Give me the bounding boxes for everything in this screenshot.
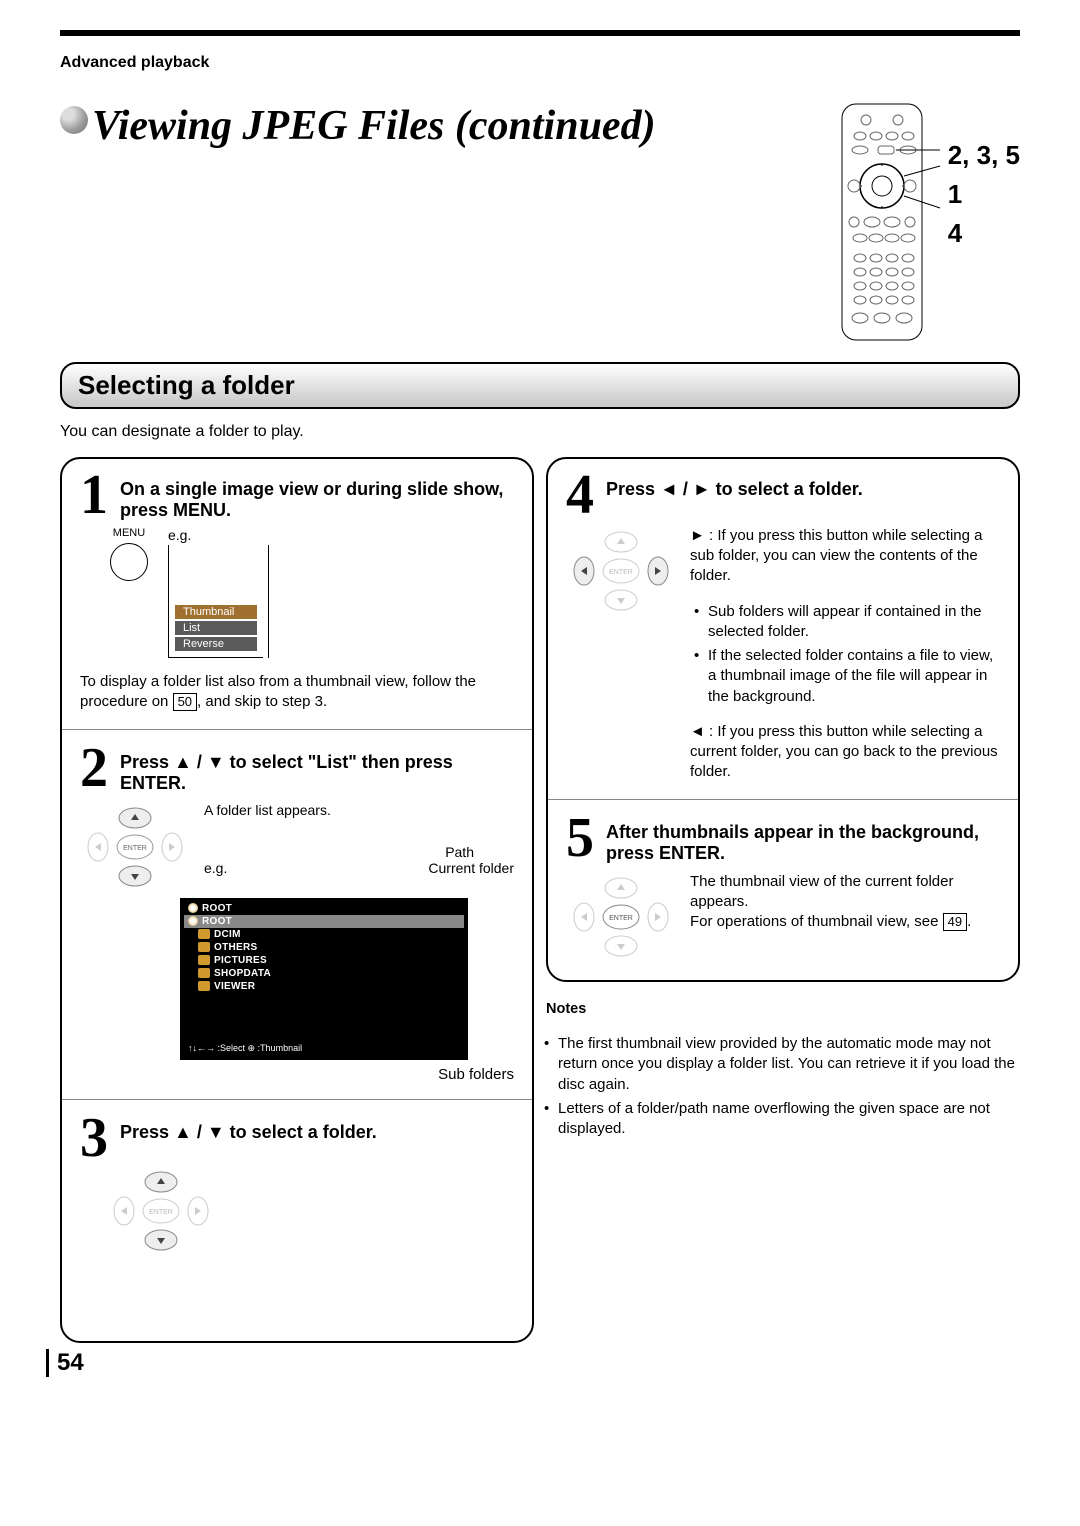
step1-head: 1 On a single image view or during slide… — [80, 473, 514, 521]
step5-body-b: For operations of thumbnail view, see — [690, 913, 943, 930]
step2-number: 2 — [80, 746, 114, 791]
svg-text:ENTER: ENTER — [609, 569, 633, 576]
step5-head: 5 After thumbnails appear in the backgro… — [566, 816, 1000, 864]
pageref-49: 49 — [943, 913, 967, 931]
section-heading: Selecting a folder — [78, 370, 1002, 401]
dpad-icon: ENTER — [80, 802, 190, 892]
folder-icon — [198, 942, 210, 952]
section-intro: You can designate a folder to play. — [60, 423, 1020, 441]
notes-title: Notes — [546, 1000, 1020, 1020]
subfolder-row: OTHERS — [184, 941, 464, 954]
section-heading-box: Selecting a folder — [60, 362, 1020, 409]
step1-note: To display a folder list also from a thu… — [80, 672, 514, 713]
section-label: Advanced playback — [60, 54, 1020, 72]
step5-body-a: The thumbnail view of the current folder… — [690, 872, 1000, 913]
step4-bullet: If the selected folder contains a file t… — [708, 646, 1000, 707]
step2-list-appears: A folder list appears. — [204, 802, 514, 818]
menu-button-icon — [110, 543, 148, 581]
svg-text:ENTER: ENTER — [149, 1209, 173, 1216]
divider — [62, 1099, 532, 1100]
svg-text:ENTER: ENTER — [609, 915, 633, 922]
divider — [62, 729, 532, 730]
notes-block: Notes The first thumbnail view provided … — [546, 1000, 1020, 1140]
step4-bullet: Sub folders will appear if contained in … — [708, 602, 1000, 643]
disc-small-icon — [188, 916, 198, 926]
dpad-icon: ENTER — [566, 526, 676, 616]
step3-title: Press ▲ / ▼ to select a folder. — [120, 1122, 514, 1143]
dpad-icon: ENTER — [106, 1166, 216, 1256]
step5-title: After thumbnails appear in the backgroun… — [606, 822, 1000, 864]
dpad-icon: ENTER — [566, 872, 676, 962]
remote-icon — [822, 102, 942, 342]
callout-1: 1 — [948, 175, 1020, 214]
note-item: The first thumbnail view provided by the… — [558, 1034, 1020, 1095]
step4-number: 4 — [566, 473, 600, 518]
remote-callout-labels: 2, 3, 5 1 4 — [948, 136, 1020, 253]
eg-label: e.g. — [168, 527, 191, 543]
folder-pictures: PICTURES — [214, 955, 267, 966]
folder-icon — [198, 955, 210, 965]
step2-path-label: Path — [445, 844, 474, 860]
step4-head: 4 Press ◄ / ► to select a folder. — [566, 473, 1000, 518]
divider — [548, 799, 1018, 800]
folder-shopdata: SHOPDATA — [214, 968, 271, 979]
folder-icon — [198, 968, 210, 978]
step2-sub-label: Sub folders — [438, 1066, 514, 1083]
manual-page: Advanced playback Viewing JPEG Files (co… — [0, 0, 1080, 1395]
step4-title: Press ◄ / ► to select a folder. — [606, 479, 1000, 500]
step4-left-lead: ◄ : If you press this button while selec… — [690, 722, 1000, 783]
page-number: 54 — [46, 1349, 84, 1377]
step2-head: 2 Press ▲ / ▼ to select "List" then pres… — [80, 746, 514, 794]
popup-list: List — [175, 621, 257, 635]
subfolder-row: SHOPDATA — [184, 967, 464, 980]
top-rule — [60, 30, 1020, 36]
remote-diagram: 2, 3, 5 1 4 — [822, 102, 1020, 342]
folder-icon — [198, 929, 210, 939]
note-item: Letters of a folder/path name overflowin… — [558, 1099, 1020, 1140]
path-text: ROOT — [202, 903, 232, 914]
step3-head: 3 Press ▲ / ▼ to select a folder. — [80, 1116, 514, 1161]
title-row: Viewing JPEG Files (continued) — [60, 102, 1020, 342]
step1-title: On a single image view or during slide s… — [120, 479, 514, 521]
page-title: Viewing JPEG Files (continued) — [92, 102, 822, 150]
folder-others: OTHERS — [214, 942, 257, 953]
step5-body-c: . — [967, 913, 971, 930]
folder-list-panel: ROOT ROOT DCIM OTHERS PICTURES SHOPDATA … — [180, 898, 468, 1060]
subfolder-row: PICTURES — [184, 954, 464, 967]
step1-demo: MENU e.g. Thumbnail List Reverse — [110, 527, 514, 658]
popup-thumbnail: Thumbnail — [175, 605, 257, 619]
menu-button-label: MENU — [110, 527, 148, 539]
right-steps-box: 4 Press ◄ / ► to select a folder. ENTER — [546, 457, 1020, 982]
step1-note-b: , and skip to step 3. — [197, 693, 327, 710]
svg-text:ENTER: ENTER — [123, 845, 147, 852]
step5-number: 5 — [566, 816, 600, 861]
current-folder-text: ROOT — [202, 916, 232, 927]
folder-icon — [198, 981, 210, 991]
folder-select-bar: ↑↓←→ :Select ⊕ :Thumbnail — [184, 993, 464, 1056]
step4-right-lead: ► : If you press this button while selec… — [690, 526, 1000, 587]
popup-reverse: Reverse — [175, 637, 257, 651]
eg-label-2: e.g. — [204, 860, 227, 876]
subfolder-row: VIEWER — [184, 980, 464, 993]
path-row: ROOT — [184, 902, 464, 915]
callout-4: 4 — [948, 214, 1020, 253]
folder-dcim: DCIM — [214, 929, 241, 940]
pageref-50: 50 — [173, 693, 197, 711]
step1-number: 1 — [80, 473, 114, 518]
menu-popup: Thumbnail List Reverse — [168, 545, 263, 658]
current-folder-row: ROOT — [184, 915, 464, 928]
step2-title: Press ▲ / ▼ to select "List" then press … — [120, 752, 514, 794]
callout-235: 2, 3, 5 — [948, 136, 1020, 175]
step2-current-label: Current folder — [428, 860, 514, 876]
disc-small-icon — [188, 903, 198, 913]
disc-icon — [60, 106, 88, 134]
steps-grid: 1 On a single image view or during slide… — [60, 457, 1020, 1355]
subfolder-row: DCIM — [184, 928, 464, 941]
folder-viewer: VIEWER — [214, 981, 255, 992]
step3-number: 3 — [80, 1116, 114, 1161]
left-steps-box: 1 On a single image view or during slide… — [60, 457, 534, 1343]
